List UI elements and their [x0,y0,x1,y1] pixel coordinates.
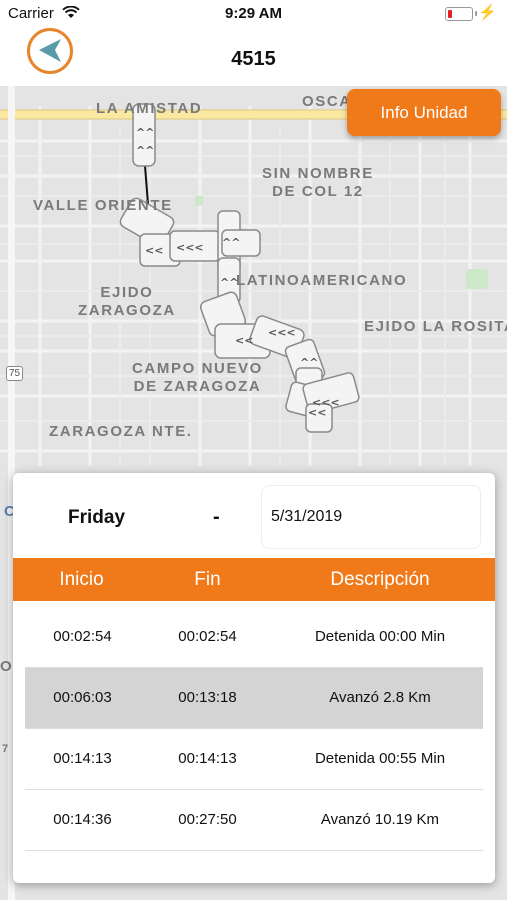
nav-bar: 4515 [0,28,507,86]
map-label-valle-oriente: VALLE ORIENTE [33,197,173,214]
map-edge-letter-seven: 7 [2,743,10,755]
info-unidad-button[interactable]: Info Unidad [347,89,501,136]
column-header-start: Inicio [59,569,104,590]
map-label-osca: OSCA [302,93,352,110]
svg-text:<<<: <<< [176,241,204,254]
svg-text:<<: << [235,334,253,347]
cell-description: Detenida 00:55 Min [314,750,446,767]
map-label-latinoamericano: LATINOAMERICANO [236,272,408,289]
battery-icon [445,7,473,21]
cell-description: Avanzó 10.19 Km [320,811,440,828]
svg-text:^^: ^^ [222,236,240,249]
svg-text:^^: ^^ [136,126,154,139]
page-title: 4515 [231,48,276,70]
table-row[interactable]: 00:06:03 00:13:18 Avanzó 2.8 Km [25,668,483,729]
cell-start: 00:02:54 [53,628,112,645]
column-header-description: Descripción [330,569,430,590]
svg-text:<<: << [308,406,326,419]
battery-tip [475,11,477,16]
map-label-la-amistad: LA AMISTAD [96,100,203,117]
cell-end: 00:27:50 [178,811,237,828]
map-label-campo-nuevo: CAMPO NUEVO DE ZARAGOZA [132,360,263,395]
map-label-sin-nombre: SIN NOMBRE DE COL 12 [262,165,374,200]
cell-start: 00:14:36 [53,811,112,828]
cell-description: Avanzó 2.8 Km [329,689,431,706]
highway-shield: 75 [6,366,24,381]
table-header: Inicio Fin Descripción [13,558,495,601]
charging-bolt-icon: ⚡ [478,4,497,21]
map-label-zaragoza-nte: ZARAGOZA NTE. [49,423,193,440]
table-row[interactable]: 00:14:13 00:14:13 Detenida 00:55 Min [25,729,483,790]
table-row[interactable]: 00:14:36 00:27:50 Avanzó 10.19 Km [25,790,483,851]
svg-text:^^: ^^ [136,144,154,157]
date-field[interactable]: 5/31/2019 [261,485,481,549]
map-edge-letter-o: O [0,658,14,675]
status-bar: Carrier 9:29 AM ⚡ [0,0,507,28]
map-label-ejido-la-rosita: EJIDO LA ROSITA [364,318,507,335]
svg-text:<<: << [145,244,163,257]
clock: 9:29 AM [225,5,282,22]
svg-text:^^: ^^ [300,356,318,369]
cell-start: 00:06:03 [53,689,112,706]
svg-text:<<<: <<< [268,326,296,339]
cell-end: 00:14:13 [178,750,237,767]
cell-end: 00:13:18 [178,689,237,706]
cell-end: 00:02:54 [178,628,237,645]
map-label-ejido-zaragoza: EJIDO ZARAGOZA [78,284,176,319]
trip-summary-card: Friday - 5/31/2019 Inicio Fin Descripció… [13,473,495,883]
column-header-end: Fin [194,569,221,590]
day-label: Friday [68,507,126,528]
cell-start: 00:14:13 [53,750,112,767]
table-row[interactable]: 00:02:54 00:02:54 Detenida 00:00 Min [25,607,483,668]
date-separator: - [213,506,220,528]
cell-description: Detenida 00:00 Min [314,628,446,645]
